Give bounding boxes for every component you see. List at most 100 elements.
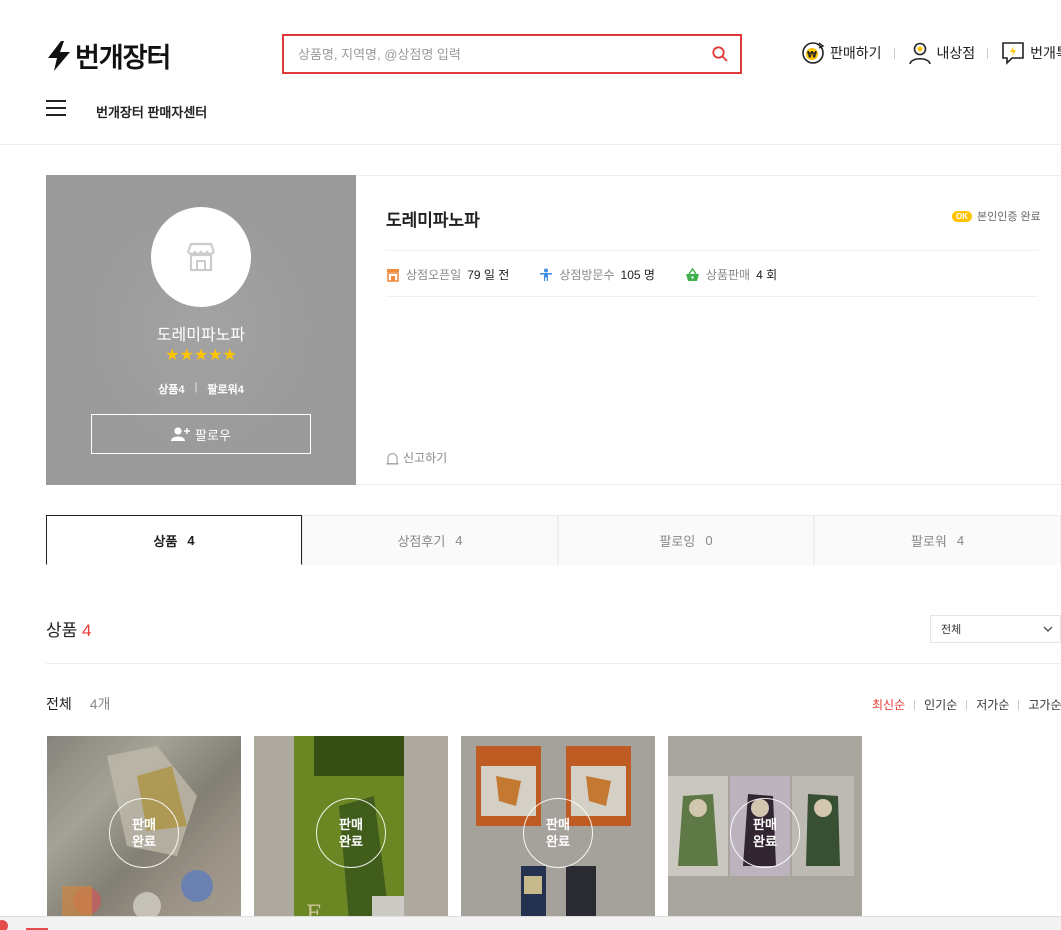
sold-out-badge: 판매완료 <box>523 798 593 868</box>
sort-popular[interactable]: 인기순 <box>924 696 957 713</box>
tab-count: 4 <box>187 532 195 548</box>
my-shop-link-label: 내상점 <box>936 45 976 61</box>
header-divider <box>0 144 1061 145</box>
sort-latest[interactable]: 최신순 <box>872 696 905 713</box>
shop-title: 도레미파노파 <box>386 211 480 230</box>
divider <box>386 250 1038 251</box>
select-value: 전체 <box>941 624 962 636</box>
tab-following[interactable]: 팔로잉 0 <box>558 515 814 565</box>
add-user-icon <box>171 427 191 441</box>
sell-link-label: 판매하기 <box>830 45 882 61</box>
sold-text: 판매 <box>132 817 156 832</box>
stat-label: 상점오픈일 <box>406 268 462 282</box>
store-icon <box>387 268 399 282</box>
sold-text: 판매 <box>339 817 363 832</box>
bolt-icon <box>48 40 70 71</box>
divider <box>46 663 1061 664</box>
sold-out-badge: 판매완료 <box>730 798 800 868</box>
sold-text: 완료 <box>546 834 570 849</box>
product-card[interactable]: E 판매 완료 <box>254 736 448 930</box>
sold-text: 판매 <box>546 817 570 832</box>
tab-label: 상품 <box>153 533 178 549</box>
verified-badge: OK 본인인증 완료 <box>952 208 1041 224</box>
search-icon[interactable] <box>712 46 728 62</box>
stat-label: 상품판매 <box>705 268 751 282</box>
shop-stats: 상점오픈일 79 일 전 상점방문수 105 명 상품판매 4 회 <box>386 266 777 283</box>
shop-name: 도레미파노파 <box>156 327 246 344</box>
bottom-bar <box>0 916 1061 930</box>
search-input[interactable] <box>298 46 712 62</box>
product-card[interactable]: 판매완료 <box>668 736 862 930</box>
sold-text: 판매 <box>753 817 777 832</box>
sell-link[interactable]: ₩ 판매하기 <box>800 40 882 66</box>
search-box[interactable] <box>282 34 742 74</box>
store-icon <box>186 242 216 272</box>
products-title: 상품 <box>46 621 78 640</box>
siren-icon <box>386 452 399 465</box>
divider <box>987 47 989 59</box>
products-heading: 상품 4 <box>46 616 91 641</box>
report-label: 신고하기 <box>403 451 448 465</box>
bungae-talk-link[interactable]: 번개톡 <box>1000 40 1061 66</box>
category-select[interactable]: 전체 <box>930 615 1061 643</box>
sold-text: 완료 <box>132 834 156 849</box>
report-link[interactable]: 신고하기 <box>386 449 447 466</box>
tab-label: 팔로워 <box>910 534 947 549</box>
follow-button-label: 팔로우 <box>195 427 231 443</box>
all-label: 전체 <box>46 696 72 712</box>
stat-value: 105 명 <box>620 268 655 282</box>
basket-icon <box>685 267 699 281</box>
hamburger-menu-icon[interactable] <box>46 100 66 116</box>
shop-counts: 상품4 | 팔로워4 <box>158 381 244 397</box>
shop-avatar[interactable] <box>151 207 251 307</box>
product-card[interactable]: 판매완료 <box>461 736 655 930</box>
tab-count: 4 <box>956 533 965 548</box>
user-icon <box>908 42 931 65</box>
sold-text: 완료 <box>339 834 363 849</box>
products-count: 4 <box>82 621 92 640</box>
shop-profile-card: 도레미파노파 ★★★★★ 상품4 | 팔로워4 팔로우 <box>46 175 356 485</box>
logo-text: 번개장터 <box>75 43 171 74</box>
sort-high-price[interactable]: 고가순 <box>1028 696 1061 713</box>
stat-value: 79 일 전 <box>467 268 510 282</box>
sold-out-badge: 판매완료 <box>316 798 386 868</box>
stat-value: 4 회 <box>756 268 778 282</box>
my-shop-link[interactable]: 내상점 <box>907 40 976 66</box>
divider <box>893 47 895 59</box>
sort-low-price[interactable]: 저가순 <box>976 696 1009 713</box>
chat-bolt-icon <box>1002 42 1024 65</box>
tab-count: 0 <box>705 533 713 548</box>
divider <box>386 296 1038 297</box>
header-links: ₩ 판매하기 내상점 번개톡 <box>800 40 1061 66</box>
chevron-down-icon <box>1043 626 1053 632</box>
tab-products[interactable]: 상품 4 <box>46 515 302 565</box>
tab-reviews[interactable]: 상점후기 4 <box>302 515 558 565</box>
product-card[interactable]: 판매완료 <box>47 736 241 930</box>
shop-info-panel: 도레미파노파 OK 본인인증 완료 상점오픈일 79 일 전 상점방문수 105… <box>356 175 1061 485</box>
tab-followers[interactable]: 팔로워 4 <box>814 515 1061 565</box>
all-count: 전체 4개 <box>46 694 110 714</box>
tab-label: 팔로잉 <box>659 534 696 549</box>
stat-label: 상점방문수 <box>559 268 615 282</box>
stat-visitors: 상점방문수 105 명 <box>539 266 655 283</box>
sold-out-badge: 판매완료 <box>109 798 179 868</box>
ok-badge: OK <box>952 210 972 222</box>
follow-button[interactable]: 팔로우 <box>91 414 311 454</box>
tab-count: 4 <box>455 533 463 548</box>
logo[interactable]: 번개장터 <box>46 36 171 75</box>
verified-text: 본인인증 완료 <box>977 211 1041 223</box>
sort-options: 최신순 인기순 저가순 고가순 <box>872 696 1061 713</box>
seller-center-link[interactable]: 번개장터 판매자센터 <box>96 102 207 121</box>
tab-label: 상점후기 <box>397 534 446 549</box>
followers-count[interactable]: 팔로워4 <box>207 381 243 397</box>
sold-text: 완료 <box>753 834 777 849</box>
rating-stars: ★★★★★ <box>165 347 237 364</box>
won-coin-icon: ₩ <box>802 42 825 64</box>
all-count-value: 4개 <box>89 696 111 712</box>
notification-dot-icon <box>0 920 8 930</box>
stat-sales: 상품판매 4 회 <box>685 266 777 283</box>
svg-text:₩: ₩ <box>807 51 817 61</box>
products-count[interactable]: 상품4 <box>158 381 184 397</box>
stat-open-date: 상점오픈일 79 일 전 <box>386 266 509 283</box>
shop-tabs: 상품 4 상점후기 4 팔로잉 0 팔로워 4 <box>46 515 1061 565</box>
